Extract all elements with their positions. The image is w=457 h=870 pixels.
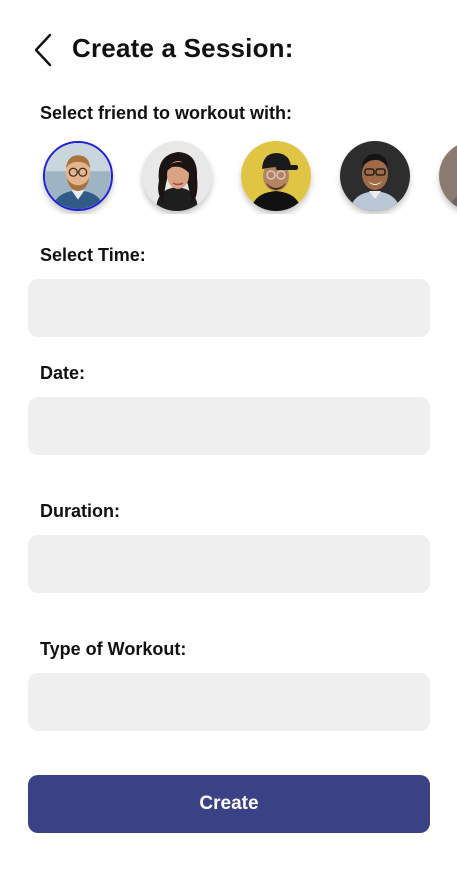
back-button[interactable] bbox=[30, 32, 60, 68]
workout-type-label: Type of Workout: bbox=[40, 639, 187, 659]
friends-label: Select friend to workout with: bbox=[40, 103, 293, 123]
friend-avatar-3[interactable] bbox=[241, 141, 311, 211]
time-label: Select Time: bbox=[40, 245, 146, 265]
date-input[interactable] bbox=[28, 397, 430, 455]
friend-avatar-5[interactable] bbox=[439, 141, 457, 211]
header: Create a Session: bbox=[0, 28, 457, 72]
create-button[interactable]: Create bbox=[28, 775, 430, 833]
friend-avatar-4[interactable] bbox=[340, 141, 410, 211]
duration-label: Duration: bbox=[40, 501, 120, 521]
time-input[interactable] bbox=[28, 279, 430, 337]
avatar-photo bbox=[142, 141, 212, 211]
duration-input[interactable] bbox=[28, 535, 430, 593]
friend-avatar-1[interactable] bbox=[43, 141, 113, 211]
workout-type-input[interactable] bbox=[28, 673, 430, 731]
friend-avatar-2[interactable] bbox=[142, 141, 212, 211]
avatar-photo bbox=[439, 141, 457, 211]
date-label: Date: bbox=[40, 363, 86, 383]
chevron-left-icon bbox=[34, 33, 52, 67]
friends-list bbox=[0, 140, 457, 214]
avatar-photo bbox=[45, 143, 111, 209]
page-title: Create a Session: bbox=[72, 33, 294, 63]
avatar-photo bbox=[340, 141, 410, 211]
avatar-photo bbox=[241, 141, 311, 211]
